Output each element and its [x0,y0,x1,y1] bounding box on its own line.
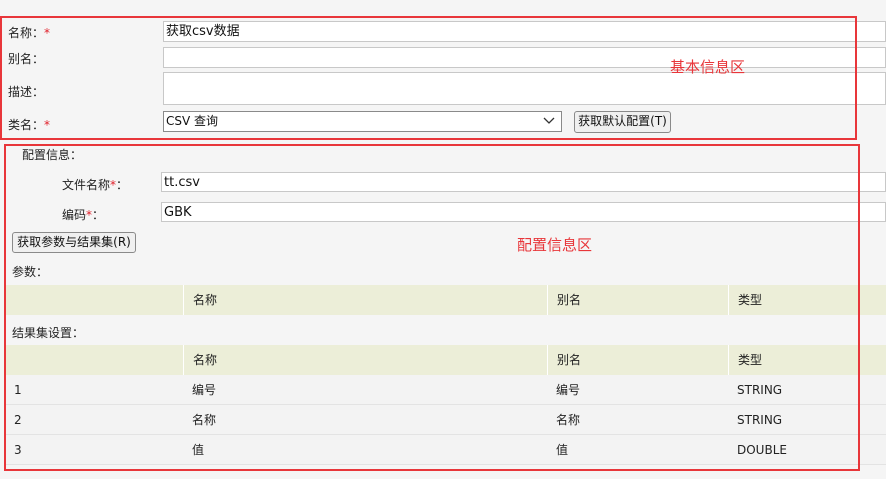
basic-info-highlight-box [0,16,857,140]
config-info-highlight-box [4,144,860,471]
basic-info-annotation: 基本信息区 [670,58,746,76]
config-info-annotation: 配置信息区 [517,236,593,254]
